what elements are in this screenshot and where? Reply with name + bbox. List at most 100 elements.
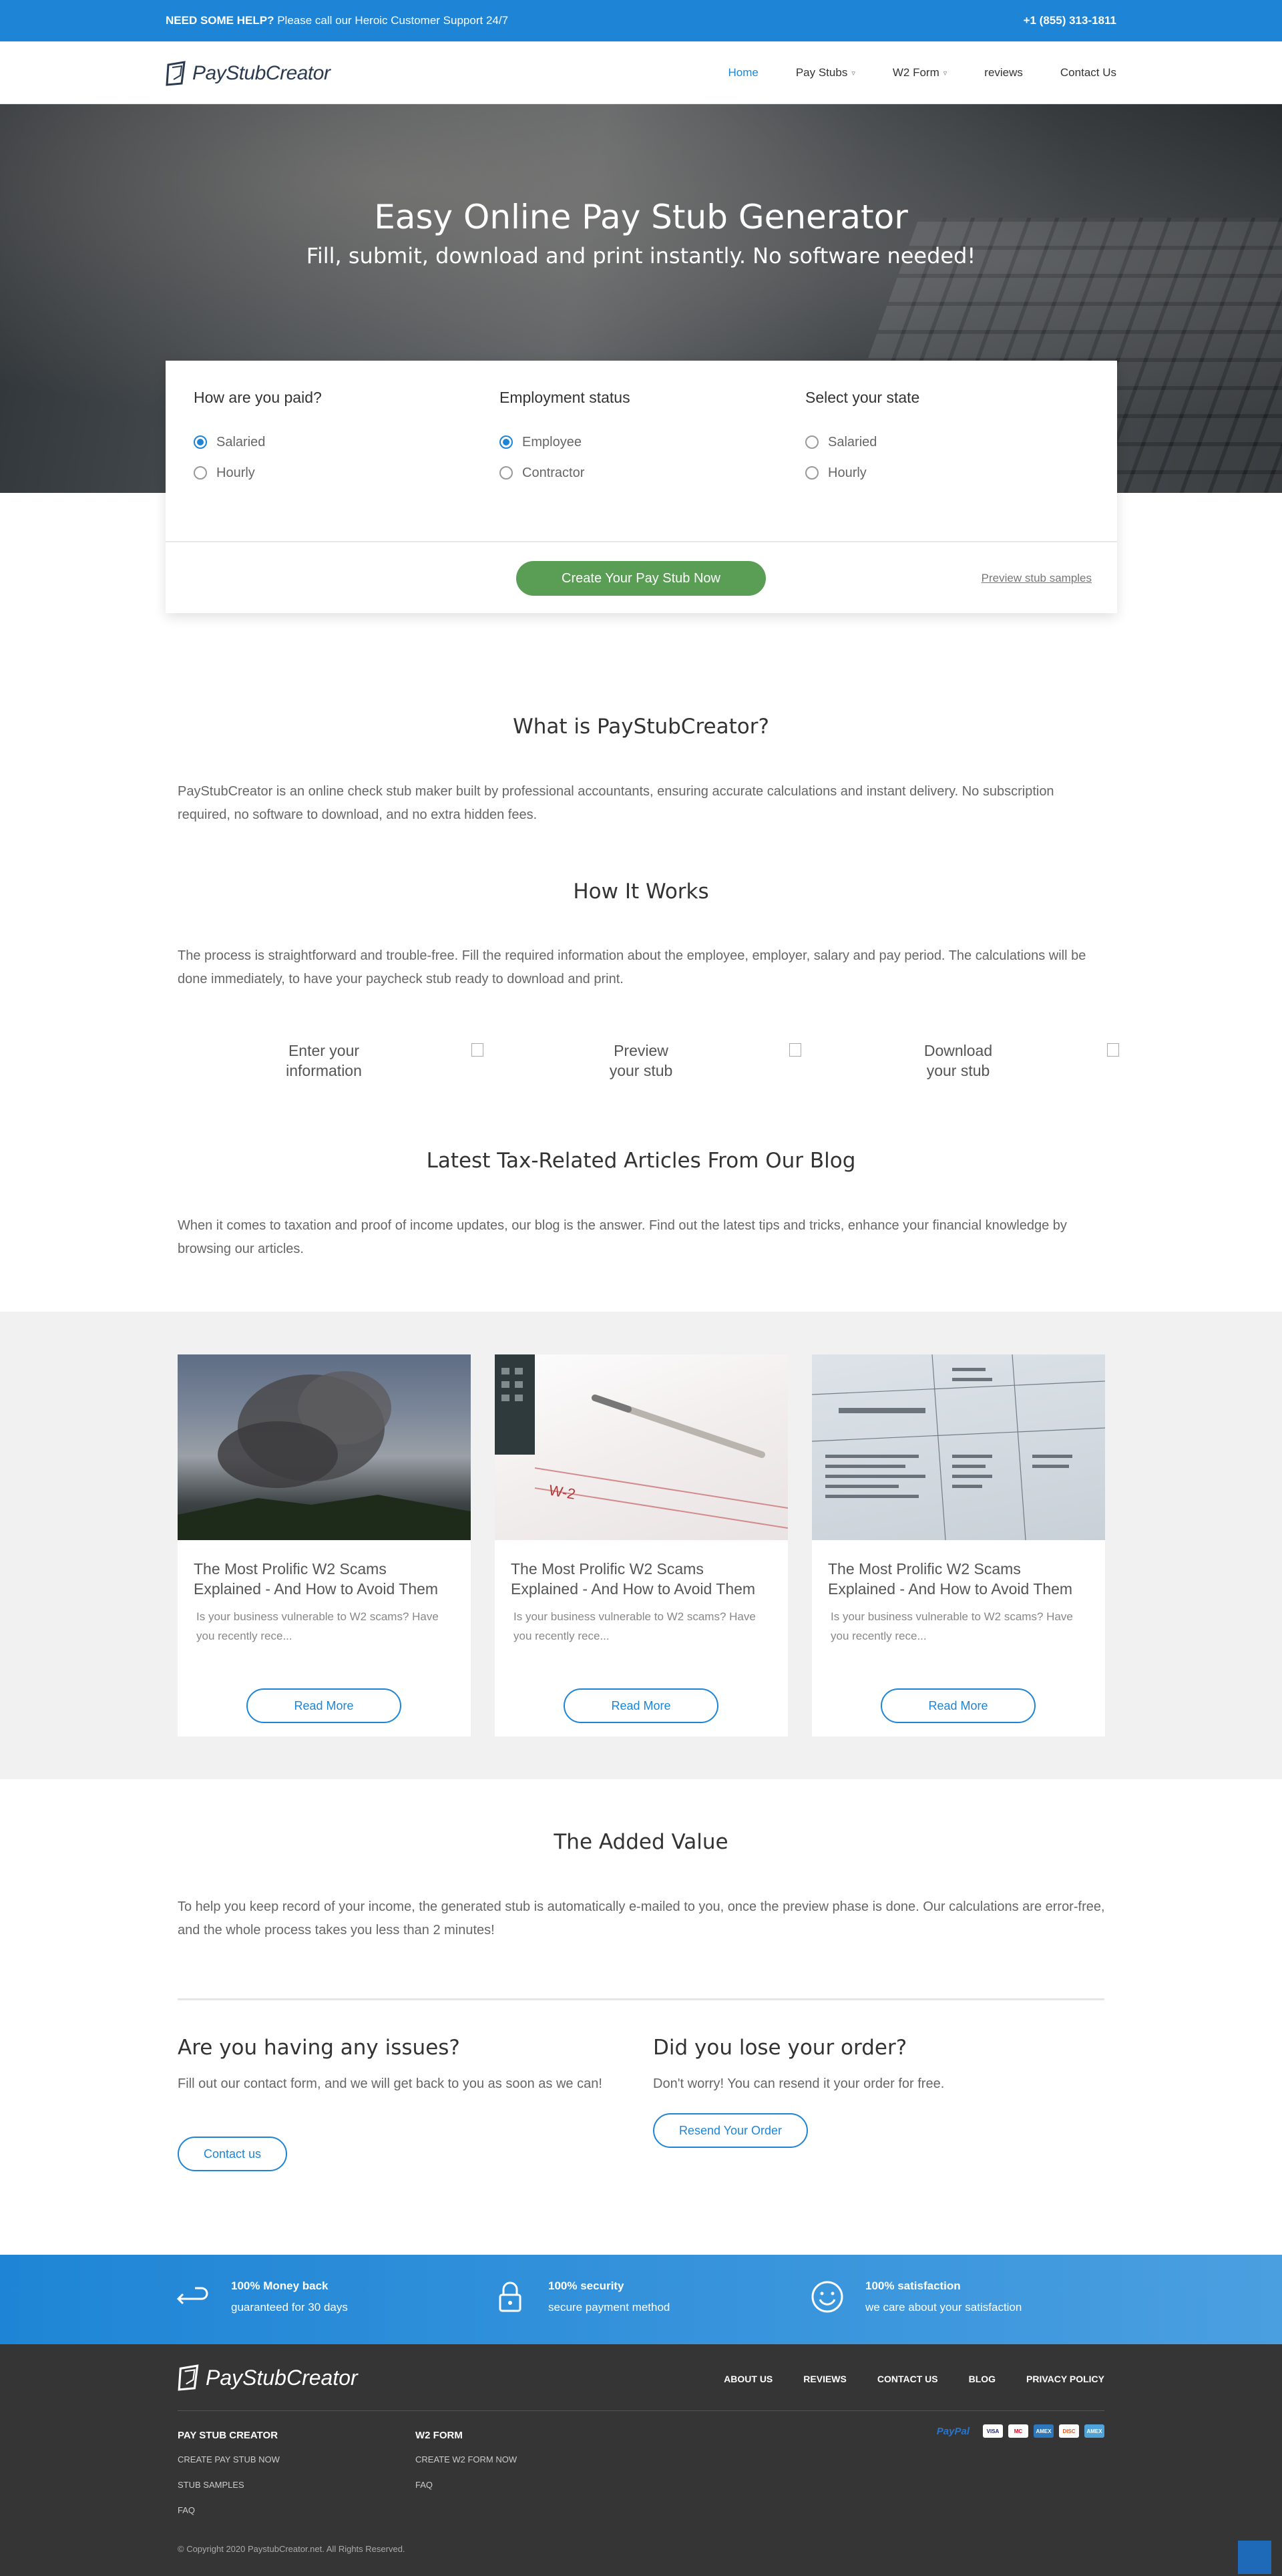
- state-group: Select your state Salaried Hourly: [805, 389, 919, 488]
- card-title[interactable]: The Most Prolific W2 Scams Explained - A…: [178, 1540, 471, 1599]
- amex-card-icon: AMEX: [1084, 2424, 1104, 2438]
- lost-order-title: Did you lose your order?: [653, 2036, 907, 2060]
- footer-stub-samples-link[interactable]: STUB SAMPLES: [178, 2480, 280, 2490]
- feature-satisfaction: 100% satisfaction we care about your sati…: [809, 2279, 1022, 2315]
- step-arrow-icon: [789, 1043, 801, 1057]
- radio-label: Employee: [522, 434, 582, 449]
- lost-order-text: Don't worry! You can resend it your orde…: [653, 2076, 945, 2091]
- card-excerpt: Is your business vulnerable to W2 scams?…: [196, 1610, 439, 1642]
- footer-col-pay-stub: PAY STUB CREATOR CREATE PAY STUB NOW STU…: [178, 2430, 280, 2531]
- footer-w2-faq-link[interactable]: FAQ: [415, 2480, 517, 2490]
- site-logo[interactable]: PayStubCreator: [166, 59, 331, 88]
- radio-state-salaried[interactable]: Salaried: [805, 427, 919, 457]
- footer-reviews-link[interactable]: REVIEWS: [803, 2374, 847, 2384]
- volcano-image: [178, 1354, 471, 1540]
- nav-w2-form[interactable]: W2 Form ▿: [893, 66, 947, 79]
- footer-contact-link[interactable]: CONTACT US: [877, 2374, 938, 2384]
- card-title[interactable]: The Most Prolific W2 Scams Explained - A…: [812, 1540, 1105, 1599]
- resend-order-button[interactable]: Resend Your Order: [653, 2113, 808, 2148]
- card-title[interactable]: The Most Prolific W2 Scams Explained - A…: [495, 1540, 788, 1599]
- nav-reviews[interactable]: reviews: [984, 66, 1023, 79]
- smiley-icon: [809, 2279, 845, 2315]
- footer-create-w2-link[interactable]: CREATE W2 FORM NOW: [415, 2454, 517, 2464]
- step-enter-info: Enter your information: [244, 1041, 404, 1081]
- radio-employee[interactable]: Employee: [499, 427, 630, 457]
- step-download: Download your stub: [878, 1041, 1038, 1081]
- step-line: your stub: [609, 1062, 673, 1079]
- step-line: Download: [923, 1042, 993, 1059]
- radio-salaried[interactable]: Salaried: [194, 427, 322, 457]
- blog-title: Latest Tax-Related Articles From Our Blo…: [426, 1149, 856, 1173]
- payment-type-group: How are you paid? Salaried Hourly: [194, 389, 322, 488]
- lock-icon: [492, 2279, 528, 2315]
- visa-card-icon: VISA: [983, 2424, 1003, 2438]
- discover-card-icon: DISC: [1059, 2424, 1079, 2438]
- radio-state-hourly[interactable]: Hourly: [805, 457, 919, 488]
- create-pay-stub-button[interactable]: Create Your Pay Stub Now: [516, 561, 766, 596]
- copyright-text: © Copyright 2020 PaystubCreator.net. All…: [178, 2544, 405, 2554]
- employment-status-title: Employment status: [499, 389, 630, 406]
- step-preview: Preview your stub: [561, 1041, 721, 1081]
- svg-text:W-2: W-2: [548, 1481, 577, 1503]
- hero-subtitle: Fill, submit, download and print instant…: [306, 243, 976, 268]
- radio-label: Contractor: [522, 465, 585, 480]
- footer-create-stub-link[interactable]: CREATE PAY STUB NOW: [178, 2454, 280, 2464]
- how-it-works-title: How It Works: [573, 880, 709, 904]
- radio-unchecked-icon: [805, 435, 819, 449]
- logo-text: PayStubCreator: [192, 62, 331, 84]
- card-excerpt: Is your business vulnerable to W2 scams?…: [831, 1610, 1073, 1642]
- radio-unchecked-icon: [194, 466, 207, 480]
- radio-unchecked-icon: [805, 466, 819, 480]
- mastercard-icon: MC: [1008, 2424, 1028, 2438]
- footer-col-title: PAY STUB CREATOR: [178, 2430, 278, 2441]
- read-more-button[interactable]: Read More: [564, 1688, 718, 1723]
- radio-contractor[interactable]: Contractor: [499, 457, 630, 488]
- preview-samples-link[interactable]: Preview stub samples: [982, 572, 1092, 585]
- issues-text: Fill out our contact form, and we will g…: [178, 2076, 602, 2091]
- card-excerpt: Is your business vulnerable to W2 scams?…: [513, 1610, 756, 1642]
- footer-logo[interactable]: PayStubCreator: [178, 2364, 358, 2391]
- footer-logo-text: PayStubCreator: [206, 2365, 358, 2390]
- footer-privacy-link[interactable]: PRIVACY POLICY: [1026, 2374, 1104, 2384]
- nav-contact[interactable]: Contact Us: [1060, 66, 1116, 79]
- chevron-down-icon: ▿: [943, 69, 947, 77]
- guarantees-bar: 100% Money back guaranteed for 30 days 10…: [0, 2255, 1282, 2344]
- feature-title: 100% Money back: [231, 2279, 329, 2292]
- payment-methods: PayPal VISA MC AMEX DISC AMEX: [937, 2424, 1104, 2438]
- step-line: your stub: [926, 1062, 990, 1079]
- support-phone-link[interactable]: +1 (855) 313-1811: [1024, 14, 1116, 27]
- amex-card-icon: AMEX: [1034, 2424, 1054, 2438]
- logo-mark-icon: [166, 61, 188, 86]
- pay-stub-document-image: [812, 1354, 1105, 1540]
- blog-card: The Most Prolific W2 Scams Explained - A…: [178, 1354, 471, 1736]
- footer-faq-link[interactable]: FAQ: [178, 2505, 280, 2515]
- radio-unchecked-icon: [499, 466, 513, 480]
- contact-us-button[interactable]: Contact us: [178, 2137, 287, 2171]
- radio-hourly[interactable]: Hourly: [194, 457, 322, 488]
- back-to-top-button[interactable]: [1238, 2541, 1271, 2574]
- stub-options-form: How are you paid? Salaried Hourly Employ…: [166, 361, 1117, 613]
- read-more-button[interactable]: Read More: [246, 1688, 401, 1723]
- footer-col-w2: W2 FORM CREATE W2 FORM NOW FAQ: [415, 2430, 517, 2505]
- nav-w2-form-label: W2 Form: [892, 66, 939, 79]
- step-line: Enter your: [288, 1042, 360, 1059]
- how-it-works-text: The process is straightforward and troub…: [178, 948, 1086, 986]
- footer-about-link[interactable]: ABOUT US: [724, 2374, 773, 2384]
- footer-blog-link[interactable]: BLOG: [969, 2374, 996, 2384]
- nav-pay-stubs[interactable]: Pay Stubs ▿: [796, 66, 855, 79]
- read-more-button[interactable]: Read More: [881, 1688, 1036, 1723]
- nav-home[interactable]: Home: [728, 66, 758, 79]
- added-value-text: To help you keep record of your income, …: [178, 1899, 1105, 1938]
- payment-type-title: How are you paid?: [194, 389, 322, 406]
- logo-mark-icon: [178, 2364, 202, 2391]
- main-header: PayStubCreator Home Pay Stubs ▿ W2 Form ▿ …: [0, 41, 1282, 104]
- step-arrow-icon: [471, 1043, 483, 1057]
- feature-title: 100% security: [548, 2279, 624, 2292]
- employment-status-group: Employment status Employee Contractor: [499, 389, 630, 488]
- step-line: Preview: [614, 1042, 668, 1059]
- footer-nav: ABOUT US REVIEWS CONTACT US BLOG PRIVACY…: [693, 2374, 1104, 2384]
- top-bar: NEED SOME HELP? Please call our Heroic C…: [0, 0, 1282, 41]
- radio-checked-icon: [499, 435, 513, 449]
- step-arrow-icon: [1107, 1043, 1119, 1057]
- radio-label: Salaried: [828, 434, 877, 449]
